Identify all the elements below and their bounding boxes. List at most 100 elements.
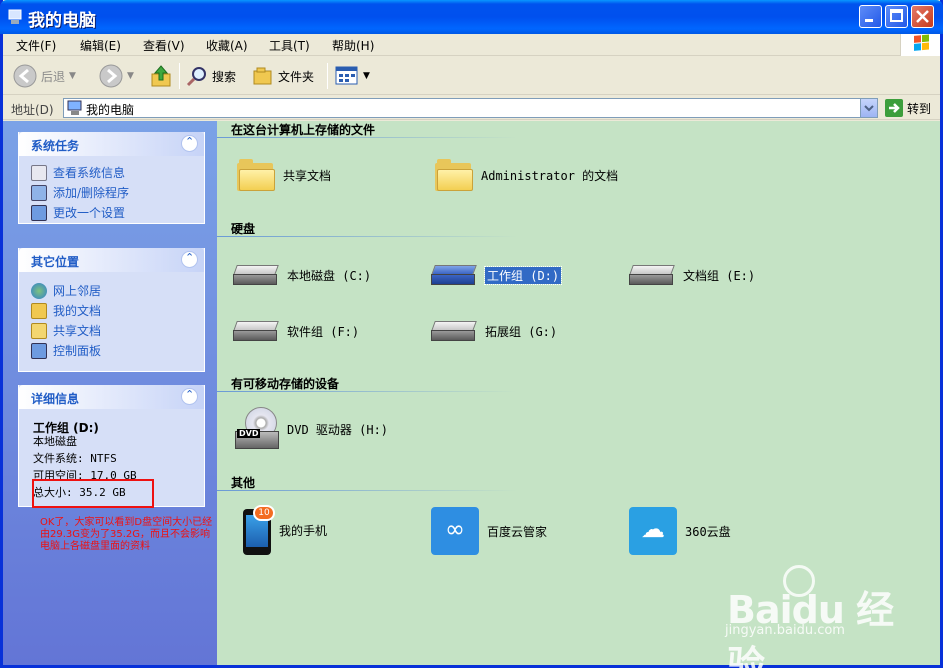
baidu-cloud-label: 百度云管家 xyxy=(487,524,548,539)
collapse-icon[interactable] xyxy=(181,135,198,152)
dvd-drive-label: DVD 驱动器 (H:) xyxy=(287,422,389,437)
back-button[interactable]: 后退 ▼ xyxy=(13,63,76,89)
forward-arrow-icon xyxy=(99,64,123,88)
collapse-icon[interactable] xyxy=(181,388,198,405)
details-title: 详细信息 xyxy=(31,392,80,406)
hard-drive-icon xyxy=(233,263,279,287)
my-phone-label: 我的手机 xyxy=(279,523,328,538)
back-label: 后退 xyxy=(41,69,66,84)
other-places-header[interactable]: 其它位置 xyxy=(19,248,204,272)
drive-f-item[interactable]: 软件组 (F:) xyxy=(233,319,359,343)
hard-drive-icon xyxy=(233,319,279,343)
group-title-removable: 有可移动存储的设备 xyxy=(231,377,340,391)
my-documents-link[interactable]: 我的文档 xyxy=(31,302,101,319)
cloud-360-item[interactable]: ☁ 360云盘 xyxy=(629,507,731,555)
group-divider xyxy=(217,490,517,491)
computer-icon xyxy=(67,100,82,115)
address-input[interactable]: 我的电脑 xyxy=(63,98,878,118)
admin-documents-label: Administrator 的文档 xyxy=(481,168,619,183)
drive-d-item[interactable]: 工作组 (D:) xyxy=(431,263,563,287)
close-button[interactable] xyxy=(911,5,934,28)
add-remove-programs-link[interactable]: 添加/删除程序 xyxy=(31,184,129,201)
control-panel-icon xyxy=(31,204,47,221)
drive-c-label: 本地磁盘 (C:) xyxy=(287,268,372,283)
network-places-label: 网上邻居 xyxy=(53,284,102,298)
search-icon xyxy=(186,67,206,87)
my-phone-item[interactable]: 10 我的手机 xyxy=(237,505,327,555)
forward-dropdown-icon[interactable]: ▼ xyxy=(127,71,134,81)
view-system-info-label: 查看系统信息 xyxy=(53,166,126,180)
up-folder-icon xyxy=(151,65,171,87)
task-pane: 系统任务 查看系统信息 添加/删除程序 更改一个设置 其它位置 xyxy=(3,121,217,665)
maximize-button[interactable] xyxy=(885,5,908,28)
forward-button[interactable]: ▼ xyxy=(99,63,134,89)
address-dropdown-button[interactable] xyxy=(860,99,877,117)
menu-bar: 文件(F) 编辑(E) 查看(V) 收藏(A) 工具(T) 帮助(H) xyxy=(3,34,940,56)
search-button[interactable]: 搜索 xyxy=(186,63,236,89)
view-system-info-link[interactable]: 查看系统信息 xyxy=(31,164,125,181)
folders-label: 文件夹 xyxy=(278,69,315,84)
toolbar: 后退 ▼ ▼ 搜索 文件夹 ▼ xyxy=(3,57,940,95)
system-tasks-panel: 系统任务 查看系统信息 添加/删除程序 更改一个设置 xyxy=(18,132,205,224)
control-panel-link[interactable]: 控制面板 xyxy=(31,342,101,359)
folders-icon xyxy=(253,67,272,85)
menu-tools[interactable]: 工具(T) xyxy=(269,37,310,54)
toolbar-separator xyxy=(327,63,328,89)
shared-documents-item[interactable]: 共享文档 xyxy=(237,159,331,191)
highlight-box xyxy=(32,479,154,508)
system-tasks-title: 系统任务 xyxy=(31,139,80,153)
collapse-icon[interactable] xyxy=(181,251,198,268)
baidu-watermark: Baidu 经验 jingyan.baidu.com xyxy=(721,565,911,668)
folder-icon xyxy=(31,322,47,339)
dvd-drive-item[interactable]: DVD DVD 驱动器 (H:) xyxy=(235,407,388,451)
maximize-icon xyxy=(890,9,903,22)
drive-e-item[interactable]: 文档组 (E:) xyxy=(629,263,755,287)
group-title-files: 在这台计算机上存储的文件 xyxy=(231,123,376,137)
cloud-360-label: 360云盘 xyxy=(685,524,731,539)
folder-icon xyxy=(237,159,275,191)
minimize-button[interactable] xyxy=(859,5,882,28)
change-setting-link[interactable]: 更改一个设置 xyxy=(31,204,125,221)
folders-button[interactable]: 文件夹 xyxy=(252,63,314,89)
windows-logo-icon xyxy=(900,34,940,56)
title-bar[interactable]: 我的电脑 xyxy=(0,0,943,34)
drive-c-item[interactable]: 本地磁盘 (C:) xyxy=(233,263,371,287)
system-info-icon xyxy=(31,164,47,181)
watermark-url: jingyan.baidu.com xyxy=(725,623,845,638)
menu-edit[interactable]: 编辑(E) xyxy=(80,37,121,54)
shared-documents-link[interactable]: 共享文档 xyxy=(31,322,101,339)
close-icon xyxy=(916,10,929,23)
menu-view[interactable]: 查看(V) xyxy=(143,37,185,54)
documents-folder-icon xyxy=(31,302,47,319)
window-title: 我的电脑 xyxy=(28,11,96,31)
baidu-cloud-item[interactable]: ∞ 百度云管家 xyxy=(431,507,547,555)
admin-documents-item[interactable]: Administrator 的文档 xyxy=(435,159,618,191)
baidu-cloud-icon: ∞ xyxy=(431,507,479,555)
address-bar: 地址(D) 我的电脑 转到 xyxy=(3,96,940,120)
toolbar-separator xyxy=(179,63,180,89)
control-panel-icon xyxy=(31,342,47,359)
details-drive-type: 本地磁盘 xyxy=(33,435,77,448)
menu-help[interactable]: 帮助(H) xyxy=(332,37,374,54)
network-places-link[interactable]: 网上邻居 xyxy=(31,282,101,299)
address-value: 我的电脑 xyxy=(86,103,135,117)
go-label: 转到 xyxy=(907,101,932,116)
menu-favorites[interactable]: 收藏(A) xyxy=(206,37,248,54)
menu-file[interactable]: 文件(F) xyxy=(16,37,56,54)
my-documents-label: 我的文档 xyxy=(53,304,102,318)
cloud-360-icon: ☁ xyxy=(629,507,677,555)
back-arrow-icon xyxy=(13,64,37,88)
hard-drive-icon xyxy=(431,263,477,287)
details-header[interactable]: 详细信息 xyxy=(19,385,204,409)
system-tasks-header[interactable]: 系统任务 xyxy=(19,132,204,156)
up-folder-button[interactable] xyxy=(149,63,173,89)
go-button[interactable]: 转到 xyxy=(885,99,931,117)
hard-drive-icon xyxy=(629,263,675,287)
folder-icon xyxy=(435,159,473,191)
other-places-panel: 其它位置 网上邻居 我的文档 共享文档 控制面板 xyxy=(18,248,205,372)
address-label: 地址(D) xyxy=(11,103,54,117)
drive-g-item[interactable]: 拓展组 (G:) xyxy=(431,319,557,343)
back-dropdown-icon[interactable]: ▼ xyxy=(69,71,76,81)
control-panel-label: 控制面板 xyxy=(53,344,102,358)
views-button[interactable]: ▼ xyxy=(335,63,370,89)
